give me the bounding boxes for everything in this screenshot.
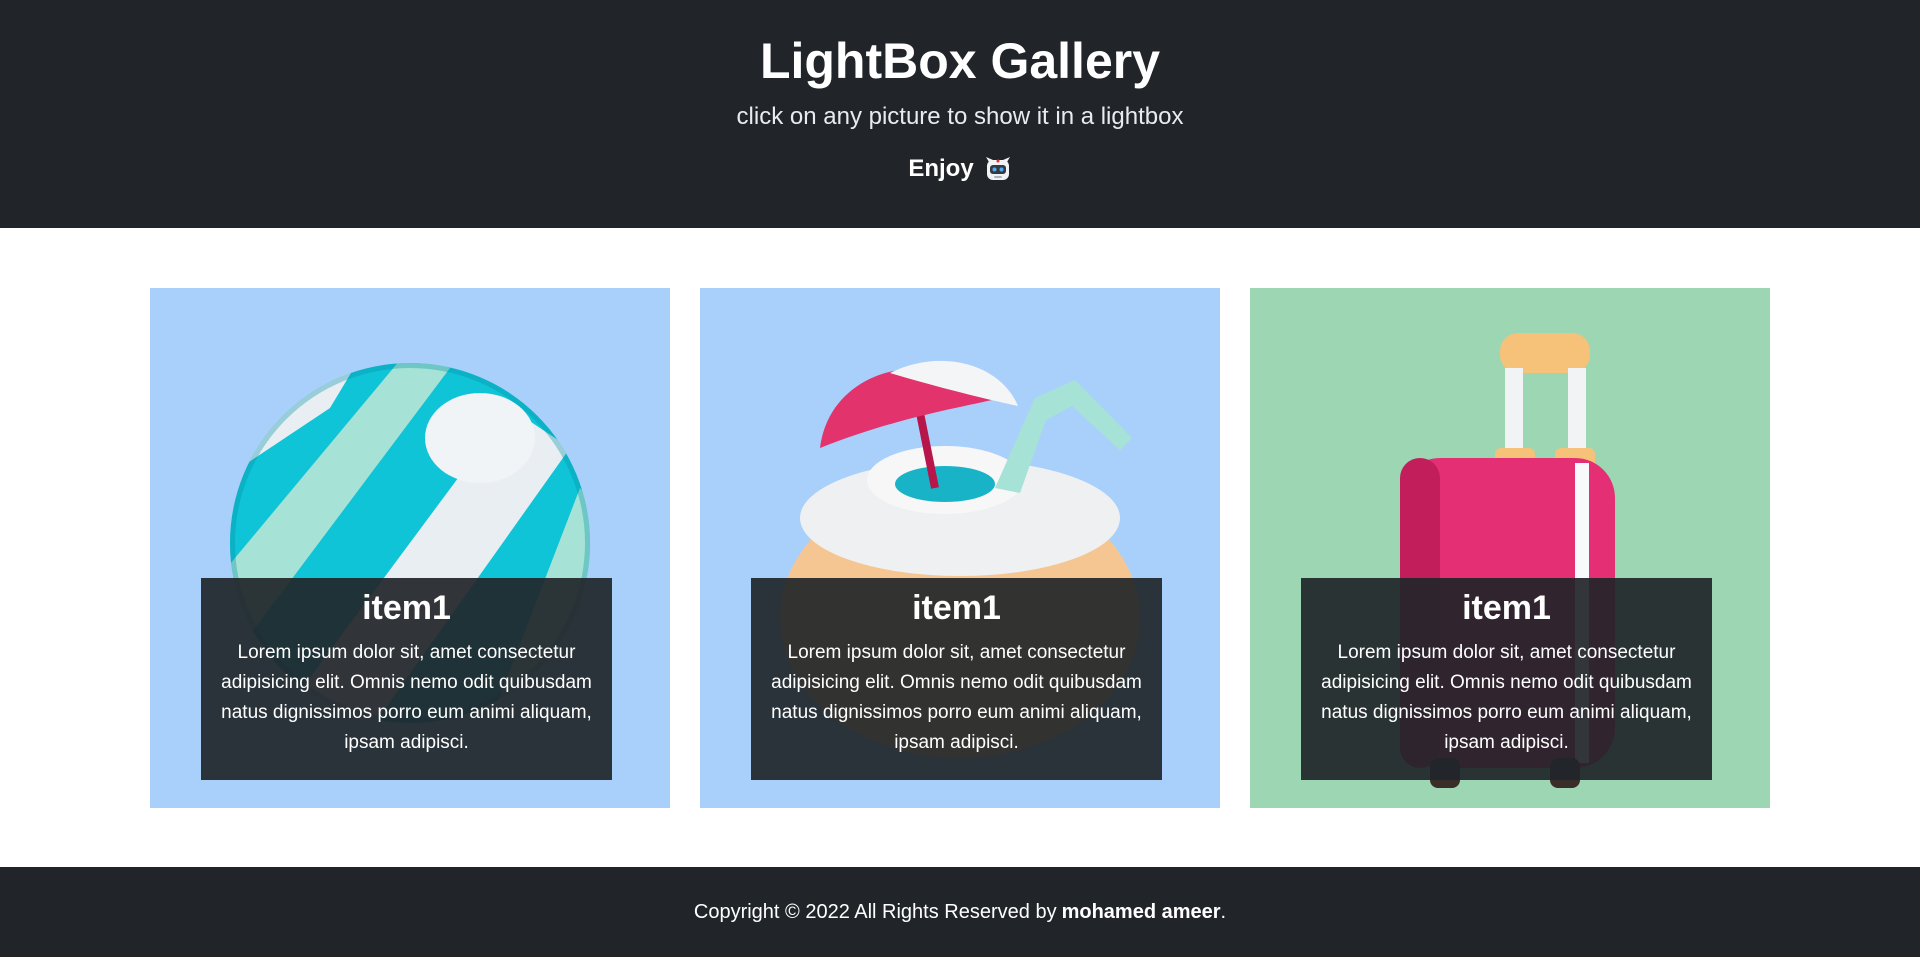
gallery-card-3[interactable]: item1 Lorem ipsum dolor sit, amet consec… — [1250, 288, 1770, 808]
card-caption: item1 Lorem ipsum dolor sit, amet consec… — [751, 578, 1162, 780]
card-title: item1 — [362, 589, 451, 627]
gallery-card-2[interactable]: item1 Lorem ipsum dolor sit, amet consec… — [700, 288, 1220, 808]
gallery-grid: item1 Lorem ipsum dolor sit, amet consec… — [150, 288, 1770, 808]
enjoy-text: Enjoy — [908, 155, 974, 182]
card-caption: item1 Lorem ipsum dolor sit, amet consec… — [201, 578, 612, 780]
gallery-card-1[interactable]: item1 Lorem ipsum dolor sit, amet consec… — [150, 288, 670, 808]
page-subtitle: click on any picture to show it in a lig… — [736, 103, 1184, 130]
page-title: LightBox Gallery — [759, 33, 1161, 89]
copyright-text: Copyright © 2022 All Rights Reserved by — [693, 900, 1057, 923]
gallery-section: item1 Lorem ipsum dolor sit, amet consec… — [0, 228, 1920, 868]
card-title: item1 — [1462, 589, 1551, 627]
robot-face-icon — [984, 155, 1012, 183]
card-text: Lorem ipsum dolor sit, amet consectetur … — [771, 642, 1142, 753]
enjoy-line: Enjoy — [908, 154, 1011, 184]
card-title: item1 — [912, 589, 1001, 627]
card-text: Lorem ipsum dolor sit, amet consectetur … — [1321, 642, 1692, 753]
card-caption: item1 Lorem ipsum dolor sit, amet consec… — [1301, 578, 1712, 780]
site-footer: Copyright © 2022 All Rights Reserved by … — [0, 867, 1920, 957]
card-text: Lorem ipsum dolor sit, amet consectetur … — [221, 642, 592, 753]
site-header: LightBox Gallery click on any picture to… — [0, 0, 1920, 228]
author-name: mohamed ameer — [1061, 900, 1221, 923]
footer-period: . — [1220, 900, 1227, 923]
